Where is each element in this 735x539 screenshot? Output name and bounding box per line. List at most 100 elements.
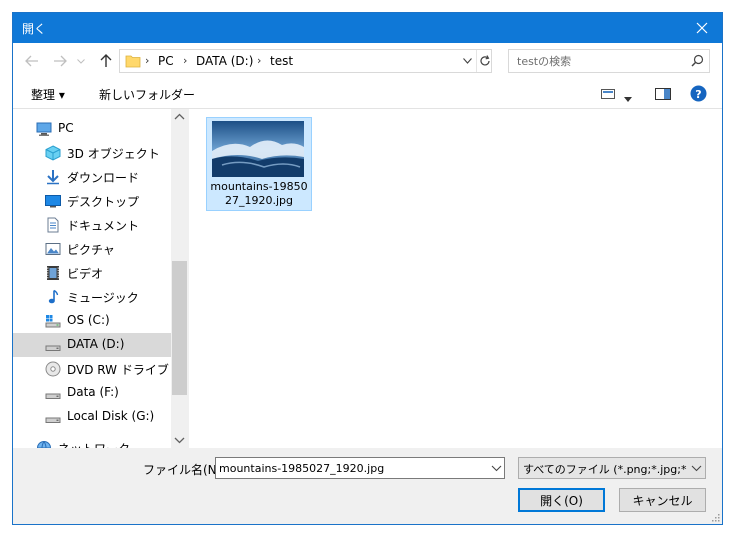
scrollbar-thumb[interactable] [172, 261, 187, 395]
sidebar-item-os-c[interactable]: OS (C:) [13, 309, 171, 333]
mountains-thumbnail-image [212, 121, 304, 177]
breadcrumb-separator: › [145, 54, 150, 67]
sidebar-scrollbar[interactable] [171, 109, 188, 448]
scroll-down-icon[interactable] [174, 437, 185, 444]
sidebar-item-music[interactable]: ミュージック [13, 285, 171, 309]
new-folder-button[interactable]: 新しいフォルダー [99, 86, 195, 103]
sidebar-item-pictures[interactable]: ピクチャ [13, 237, 171, 261]
sidebar-item-3d-objects[interactable]: 3D オブジェクト [13, 141, 171, 165]
sidebar-item-desktop[interactable]: デスクトップ [13, 189, 171, 213]
folder-icon [125, 55, 141, 68]
cancel-button[interactable]: キャンセル [619, 488, 706, 512]
sidebar-item-label: Data (F:) [67, 385, 119, 399]
close-button[interactable] [682, 13, 722, 43]
desktop-icon [45, 195, 61, 208]
help-button[interactable]: ? [690, 85, 707, 105]
sidebar-item-label: ピクチャ [67, 243, 115, 257]
image-thumbnail [212, 121, 304, 177]
search-box[interactable] [508, 49, 710, 73]
view-icon [601, 89, 615, 99]
svg-text:?: ? [695, 88, 701, 101]
preview-pane-button[interactable] [655, 88, 671, 103]
sidebar-item-data-d[interactable]: DATA (D:) [13, 333, 171, 357]
scroll-up-icon[interactable] [174, 113, 185, 120]
search-input[interactable] [509, 50, 685, 72]
address-bar[interactable]: › PC › DATA (D:) › test [119, 49, 492, 73]
refresh-button[interactable] [476, 50, 492, 72]
navigation-pane: PC 3D オブジェクト ダウンロード デスクトップ ドキュメント ピクチャ ビ… [13, 109, 188, 448]
drive-icon [45, 393, 61, 399]
os-drive-icon [45, 315, 61, 328]
videos-icon [47, 266, 59, 280]
command-bar: 整理 ▾ 新しいフォルダー ? [13, 79, 722, 109]
sidebar-item-label: ネットワーク [58, 440, 130, 448]
caret-down-icon [624, 97, 632, 102]
chevron-down-icon[interactable] [491, 461, 502, 475]
search-icon [691, 54, 704, 67]
drive-icon [45, 345, 61, 351]
sidebar-item-downloads[interactable]: ダウンロード [13, 165, 171, 189]
download-icon [47, 170, 59, 185]
arrow-left-icon [25, 55, 38, 67]
sidebar-item-documents[interactable]: ドキュメント [13, 213, 171, 237]
breadcrumb-separator: › [257, 54, 262, 67]
address-history-dropdown[interactable] [460, 52, 474, 70]
sidebar-item-label: 3D オブジェクト [67, 147, 160, 161]
close-icon [696, 22, 708, 34]
sidebar-item-label: Local Disk (G:) [67, 409, 155, 423]
preview-pane-icon [655, 88, 671, 100]
sidebar-item-label: ドキュメント [67, 219, 140, 233]
sidebar-item-local-disk-g[interactable]: Local Disk (G:) [13, 405, 171, 429]
drive-icon [45, 417, 61, 423]
breadcrumb-data-drive[interactable]: DATA (D:) [196, 54, 253, 68]
sidebar-item-label: PC [58, 121, 74, 135]
sidebar-item-label: OS (C:) [67, 313, 110, 327]
recent-locations-button[interactable] [75, 51, 87, 71]
sidebar-item-pc[interactable]: PC [13, 117, 171, 141]
file-name: mountains-1985027_1920.jpg [210, 180, 308, 207]
sidebar-item-label: DATA (D:) [67, 337, 125, 351]
title-bar: 開く [13, 13, 722, 43]
change-view-button[interactable] [601, 88, 615, 103]
file-item[interactable]: mountains-1985027_1920.jpg [206, 117, 312, 211]
sidebar-item-label: デスクトップ [67, 195, 140, 209]
open-file-dialog: 開く › PC › DATA (D:) › test testの検索 整理 ▾ … [12, 12, 723, 525]
window-title: 開く [22, 22, 47, 36]
address-row: › PC › DATA (D:) › test [13, 43, 722, 79]
breadcrumb-test[interactable]: test [270, 54, 293, 68]
filename-input[interactable] [216, 458, 484, 478]
organize-button[interactable]: 整理 ▾ [31, 86, 65, 103]
arrow-up-icon [100, 54, 112, 67]
file-list: mountains-1985027_1920.jpg [188, 109, 722, 448]
sidebar-item-label: ミュージック [67, 291, 139, 305]
sidebar-item-label: DVD RW ドライブ (E:) [67, 363, 188, 377]
file-type-value: すべてのファイル (*.png;*.jpg;*.jpe [523, 463, 687, 476]
network-icon [37, 441, 51, 448]
sidebar-item-dvd-e[interactable]: DVD RW ドライブ (E:) [13, 357, 188, 381]
arrow-right-icon [54, 55, 67, 67]
file-type-select[interactable]: すべてのファイル (*.png;*.jpg;*.jpe [518, 457, 706, 479]
3d-objects-icon [45, 145, 61, 161]
dialog-footer: ファイル名(N): すべてのファイル (*.png;*.jpg;*.jpe 開く… [13, 448, 722, 524]
filename-combobox[interactable] [215, 457, 505, 479]
breadcrumb-separator: › [183, 54, 188, 67]
resize-grip-icon[interactable] [710, 512, 720, 522]
music-icon [48, 289, 59, 304]
open-button[interactable]: 開く(O) [518, 488, 605, 512]
up-button[interactable] [96, 51, 116, 71]
view-options-dropdown[interactable] [624, 91, 632, 105]
back-button[interactable] [22, 51, 42, 71]
pictures-icon [45, 243, 61, 255]
sidebar-item-network[interactable]: ネットワーク [13, 436, 171, 448]
chevron-down-icon [691, 465, 702, 472]
chevron-down-icon [77, 58, 85, 64]
filename-label: ファイル名(N): [143, 463, 226, 477]
dvd-drive-icon [45, 361, 61, 377]
sidebar-item-label: ビデオ [67, 267, 104, 281]
help-icon: ? [690, 85, 707, 102]
breadcrumb-pc[interactable]: PC [158, 54, 174, 68]
sidebar-item-data-f[interactable]: Data (F:) [13, 381, 171, 405]
forward-button[interactable] [50, 51, 70, 71]
documents-icon [47, 217, 59, 233]
sidebar-item-videos[interactable]: ビデオ [13, 261, 171, 285]
